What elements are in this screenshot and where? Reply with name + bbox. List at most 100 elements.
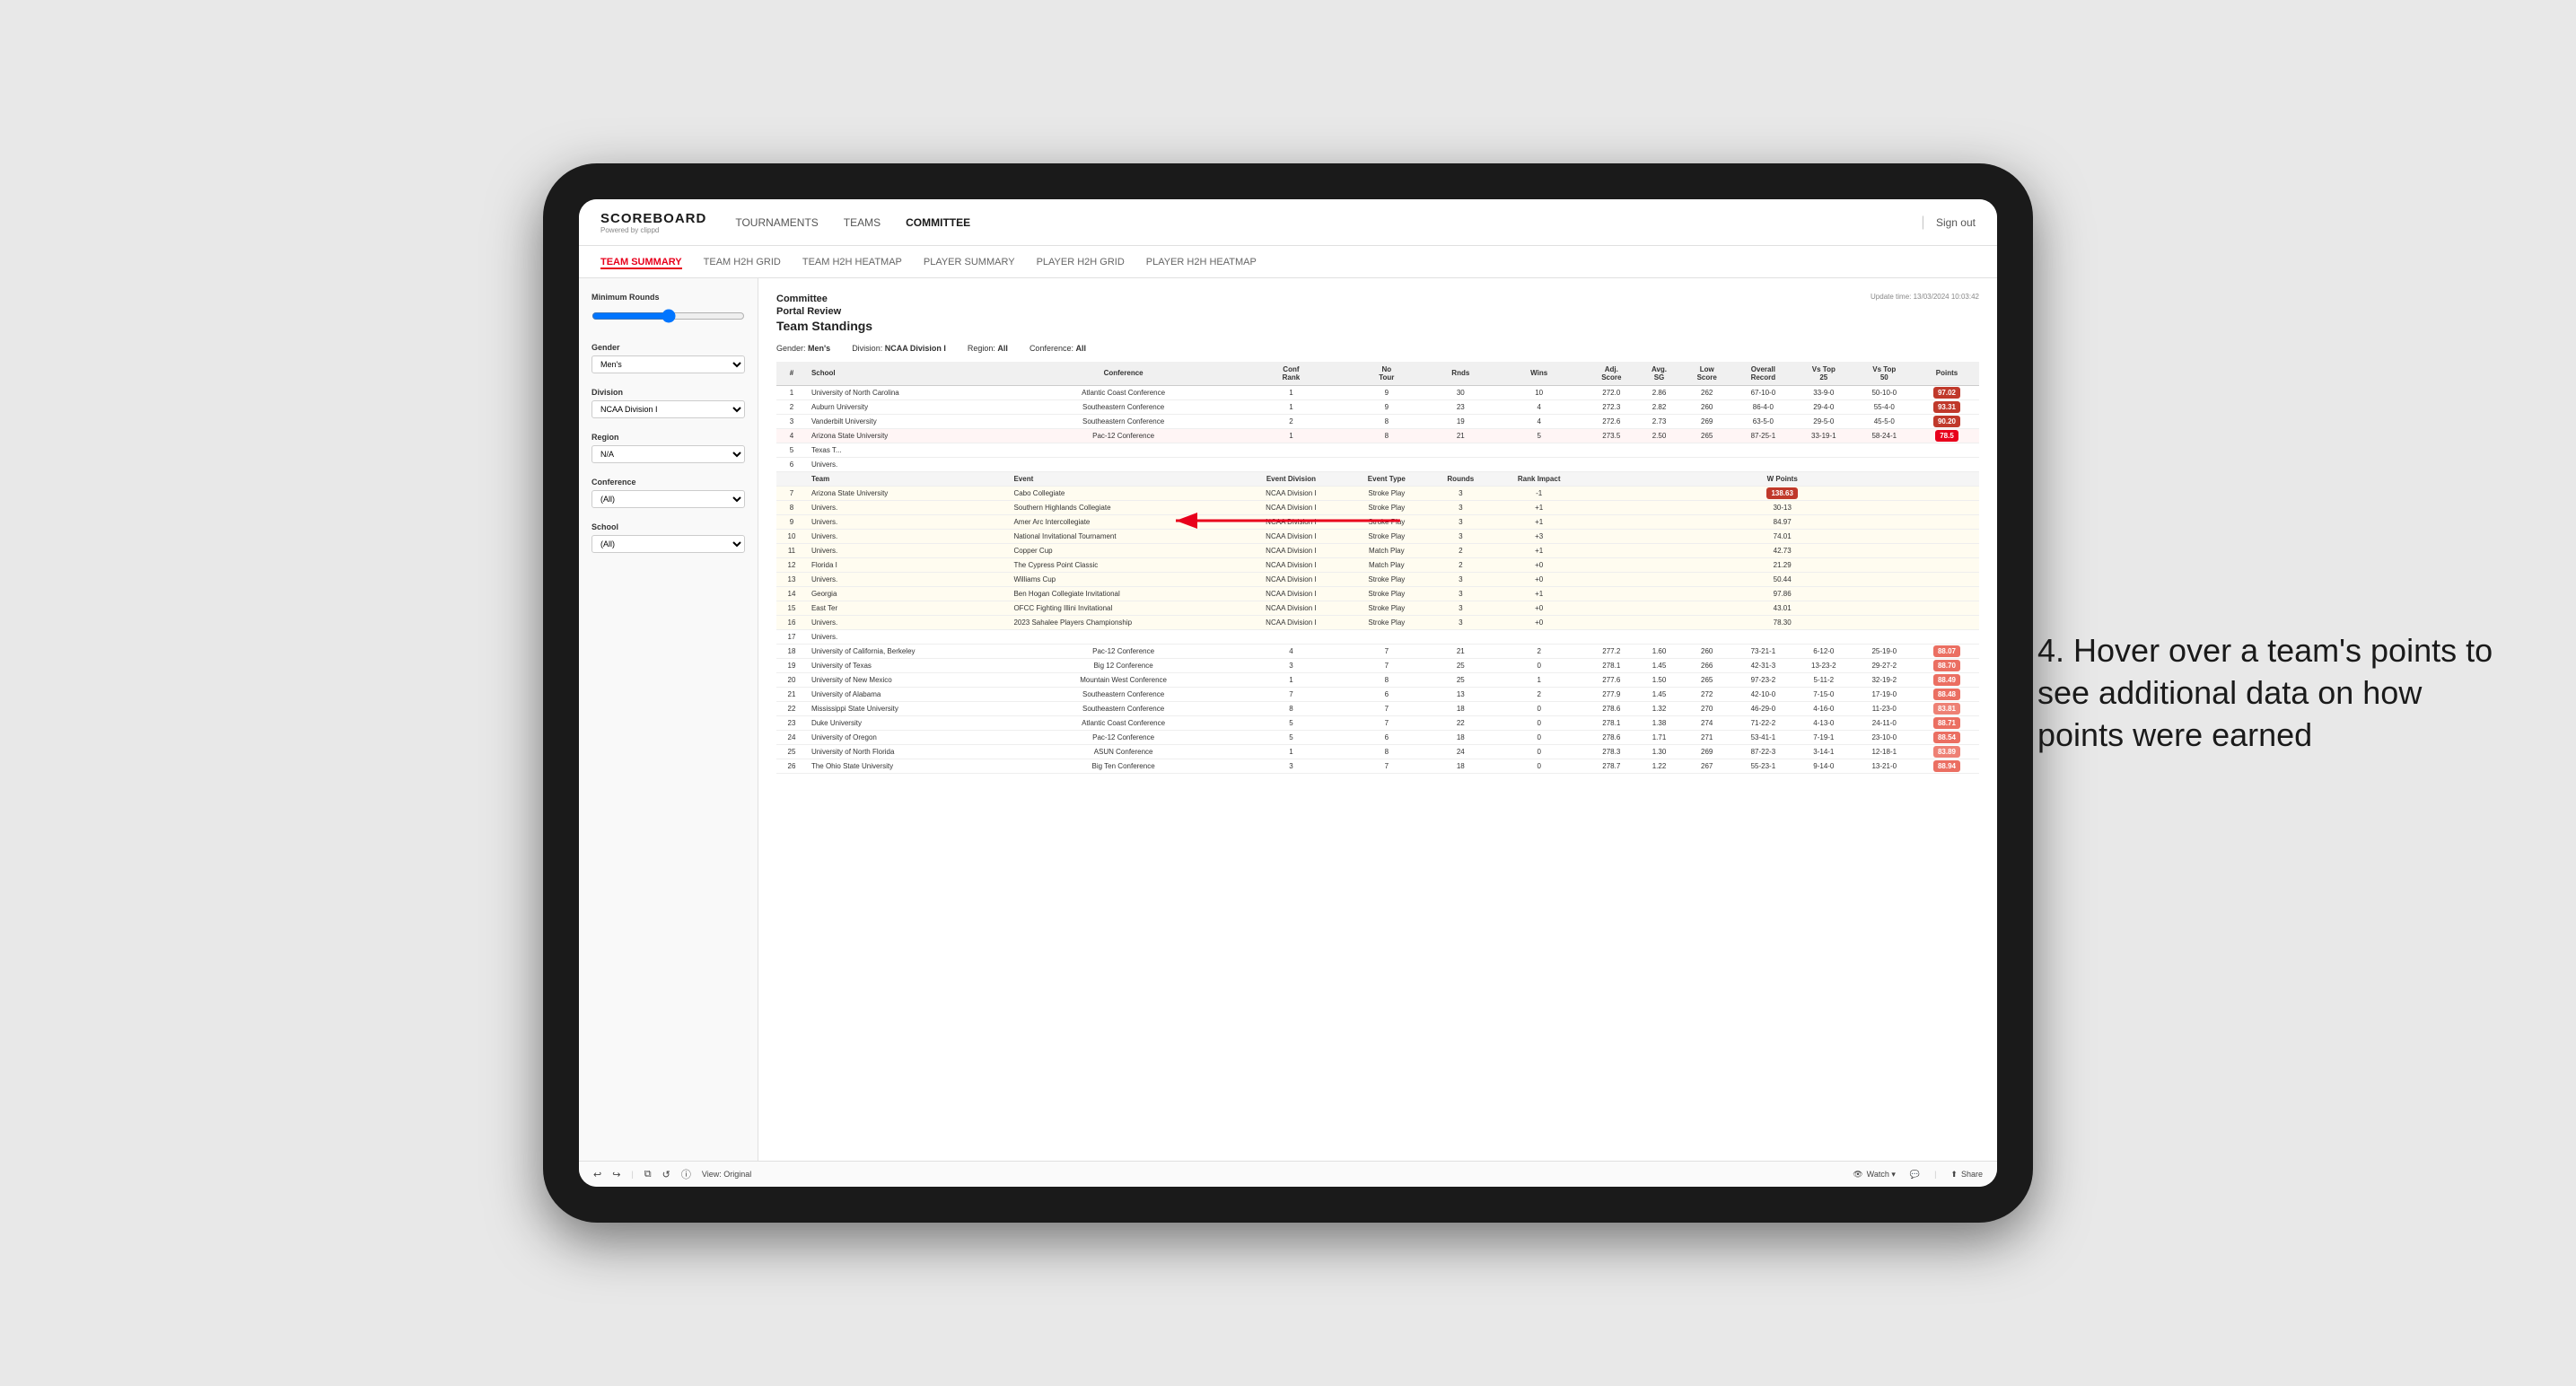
points-cell[interactable]: 83.89 xyxy=(1914,744,1979,759)
rnds-cell: 21 xyxy=(1429,644,1493,658)
points-cell[interactable]: 88.70 xyxy=(1914,658,1979,672)
division-select[interactable]: NCAA Division I xyxy=(591,400,745,418)
nav-committee[interactable]: COMMITTEE xyxy=(906,213,970,232)
adj-score-cell: 277.2 xyxy=(1585,644,1637,658)
min-rounds-slider[interactable] xyxy=(591,305,745,327)
sub-nav-team-summary[interactable]: TEAM SUMMARY xyxy=(600,255,682,269)
tooltip-data-row: 7 Arizona State University Cabo Collegia… xyxy=(776,486,1979,500)
points-cell[interactable]: 88.49 xyxy=(1914,672,1979,687)
avg-sg-cell: 1.45 xyxy=(1637,687,1681,701)
share-icon: ⬆ xyxy=(1950,1170,1958,1180)
t-w-points: 43.01 xyxy=(1585,601,1979,615)
points-cell[interactable] xyxy=(1914,443,1979,457)
conf-cell: Big Ten Conference xyxy=(1009,759,1237,773)
conference-select[interactable]: (All) xyxy=(591,490,745,508)
redo-button[interactable]: ↪ xyxy=(612,1169,620,1180)
school-cell: Auburn University xyxy=(807,399,1010,414)
update-time: Update time: 13/03/2024 10:03:42 xyxy=(1871,293,1979,301)
table-row: 3 Vanderbilt University Southeastern Con… xyxy=(776,414,1979,428)
t-event: Copper Cup xyxy=(1009,543,1237,557)
t-rank-impact: +0 xyxy=(1493,615,1585,629)
sub-nav-player-summary[interactable]: PLAYER SUMMARY xyxy=(924,255,1015,269)
points-cell[interactable]: 88.94 xyxy=(1914,759,1979,773)
tour-cell: 7 xyxy=(1345,658,1429,672)
rank-cell: 18 xyxy=(776,644,807,658)
conf-rank-cell: 1 xyxy=(1238,385,1345,399)
t-event: 2023 Sahalee Players Championship xyxy=(1009,615,1237,629)
tour-cell: 7 xyxy=(1345,715,1429,730)
sub-nav-player-h2h-heatmap[interactable]: PLAYER H2H HEATMAP xyxy=(1146,255,1257,269)
t-rank: 11 xyxy=(776,543,807,557)
points-cell[interactable]: 78.5 xyxy=(1914,428,1979,443)
tooltip-data-row: 14 Georgia Ben Hogan Collegiate Invitati… xyxy=(776,586,1979,601)
tooltip-header-row: Team Event Event Division Event Type Rou… xyxy=(776,471,1979,486)
vs50-cell: 58-24-1 xyxy=(1854,428,1914,443)
nav-teams[interactable]: TEAMS xyxy=(844,213,881,232)
points-cell[interactable] xyxy=(1914,629,1979,644)
t-team: Arizona State University xyxy=(807,486,1010,500)
t-rounds: 3 xyxy=(1429,500,1493,514)
comment-button[interactable]: 💬 xyxy=(1910,1170,1920,1180)
conf-rank-cell: 1 xyxy=(1238,428,1345,443)
col-wins: Wins xyxy=(1493,362,1585,386)
rank-cell: 25 xyxy=(776,744,807,759)
sub-nav-team-h2h-grid[interactable]: TEAM H2H GRID xyxy=(704,255,781,269)
t-rounds: 3 xyxy=(1429,572,1493,586)
nav-tournaments[interactable]: TOURNAMENTS xyxy=(735,213,818,232)
sub-nav-player-h2h-grid[interactable]: PLAYER H2H GRID xyxy=(1037,255,1125,269)
col-points: Points xyxy=(1914,362,1979,386)
t-rounds: 3 xyxy=(1429,486,1493,500)
table-row: 5 Texas T... xyxy=(776,443,1979,457)
t-rank-impact: +3 xyxy=(1493,529,1585,543)
watch-button[interactable]: 👁 Watch ▾ xyxy=(1853,1170,1896,1180)
points-cell[interactable]: 88.48 xyxy=(1914,687,1979,701)
points-cell[interactable]: 90.20 xyxy=(1914,414,1979,428)
sub-nav-team-h2h-heatmap[interactable]: TEAM H2H HEATMAP xyxy=(802,255,902,269)
conf-cell: Southeastern Conference xyxy=(1009,701,1237,715)
vs25-cell: 13-23-2 xyxy=(1793,658,1853,672)
t-rank-impact: +1 xyxy=(1493,586,1585,601)
school-select[interactable]: (All) xyxy=(591,535,745,553)
gender-select[interactable]: Men's xyxy=(591,355,745,373)
low-score-cell: 266 xyxy=(1681,658,1733,672)
wins-cell: 4 xyxy=(1493,399,1585,414)
sign-out-button[interactable]: Sign out xyxy=(1936,216,1976,229)
col-no-tour: NoTour xyxy=(1345,362,1429,386)
t-rank-impact: -1 xyxy=(1493,486,1585,500)
share-button[interactable]: ⬆ Share xyxy=(1950,1170,1983,1180)
tour-cell: 7 xyxy=(1345,759,1429,773)
region-select[interactable]: N/A xyxy=(591,445,745,463)
points-cell[interactable]: 83.81 xyxy=(1914,701,1979,715)
watch-label: Watch ▾ xyxy=(1867,1170,1896,1180)
low-score-cell: 269 xyxy=(1681,414,1733,428)
report-header: CommitteePortal Review Team Standings Up… xyxy=(776,293,1979,333)
low-score-cell: 265 xyxy=(1681,428,1733,443)
view-original-button[interactable]: View: Original xyxy=(702,1170,751,1179)
low-score-cell: 265 xyxy=(1681,672,1733,687)
t-div: NCAA Division I xyxy=(1238,543,1345,557)
rank-cell: 17 xyxy=(776,629,807,644)
adj-score-cell: 277.9 xyxy=(1585,687,1637,701)
t-w-points: 21.29 xyxy=(1585,557,1979,572)
t-team: Univers. xyxy=(807,500,1010,514)
points-cell[interactable] xyxy=(1914,457,1979,471)
avg-sg-cell: 1.45 xyxy=(1637,658,1681,672)
low-score-cell: 271 xyxy=(1681,730,1733,744)
conf-cell: ASUN Conference xyxy=(1009,744,1237,759)
t-w-points: 97.86 xyxy=(1585,586,1979,601)
points-cell[interactable]: 88.07 xyxy=(1914,644,1979,658)
tour-cell: 8 xyxy=(1345,414,1429,428)
points-cell[interactable]: 97.02 xyxy=(1914,385,1979,399)
undo-button[interactable]: ↩ xyxy=(593,1169,601,1180)
t-rank-impact: +1 xyxy=(1493,500,1585,514)
avg-sg-cell: 2.86 xyxy=(1637,385,1681,399)
copy-button[interactable]: ⧉ xyxy=(644,1169,652,1180)
record-cell: 42-31-3 xyxy=(1733,658,1793,672)
points-cell[interactable]: 93.31 xyxy=(1914,399,1979,414)
points-cell[interactable]: 88.54 xyxy=(1914,730,1979,744)
points-cell[interactable]: 88.71 xyxy=(1914,715,1979,730)
info-button[interactable]: ⓘ xyxy=(681,1167,691,1181)
conf-cell: Southeastern Conference xyxy=(1009,687,1237,701)
reset-button[interactable]: ↺ xyxy=(662,1169,670,1180)
t-rank: 9 xyxy=(776,514,807,529)
